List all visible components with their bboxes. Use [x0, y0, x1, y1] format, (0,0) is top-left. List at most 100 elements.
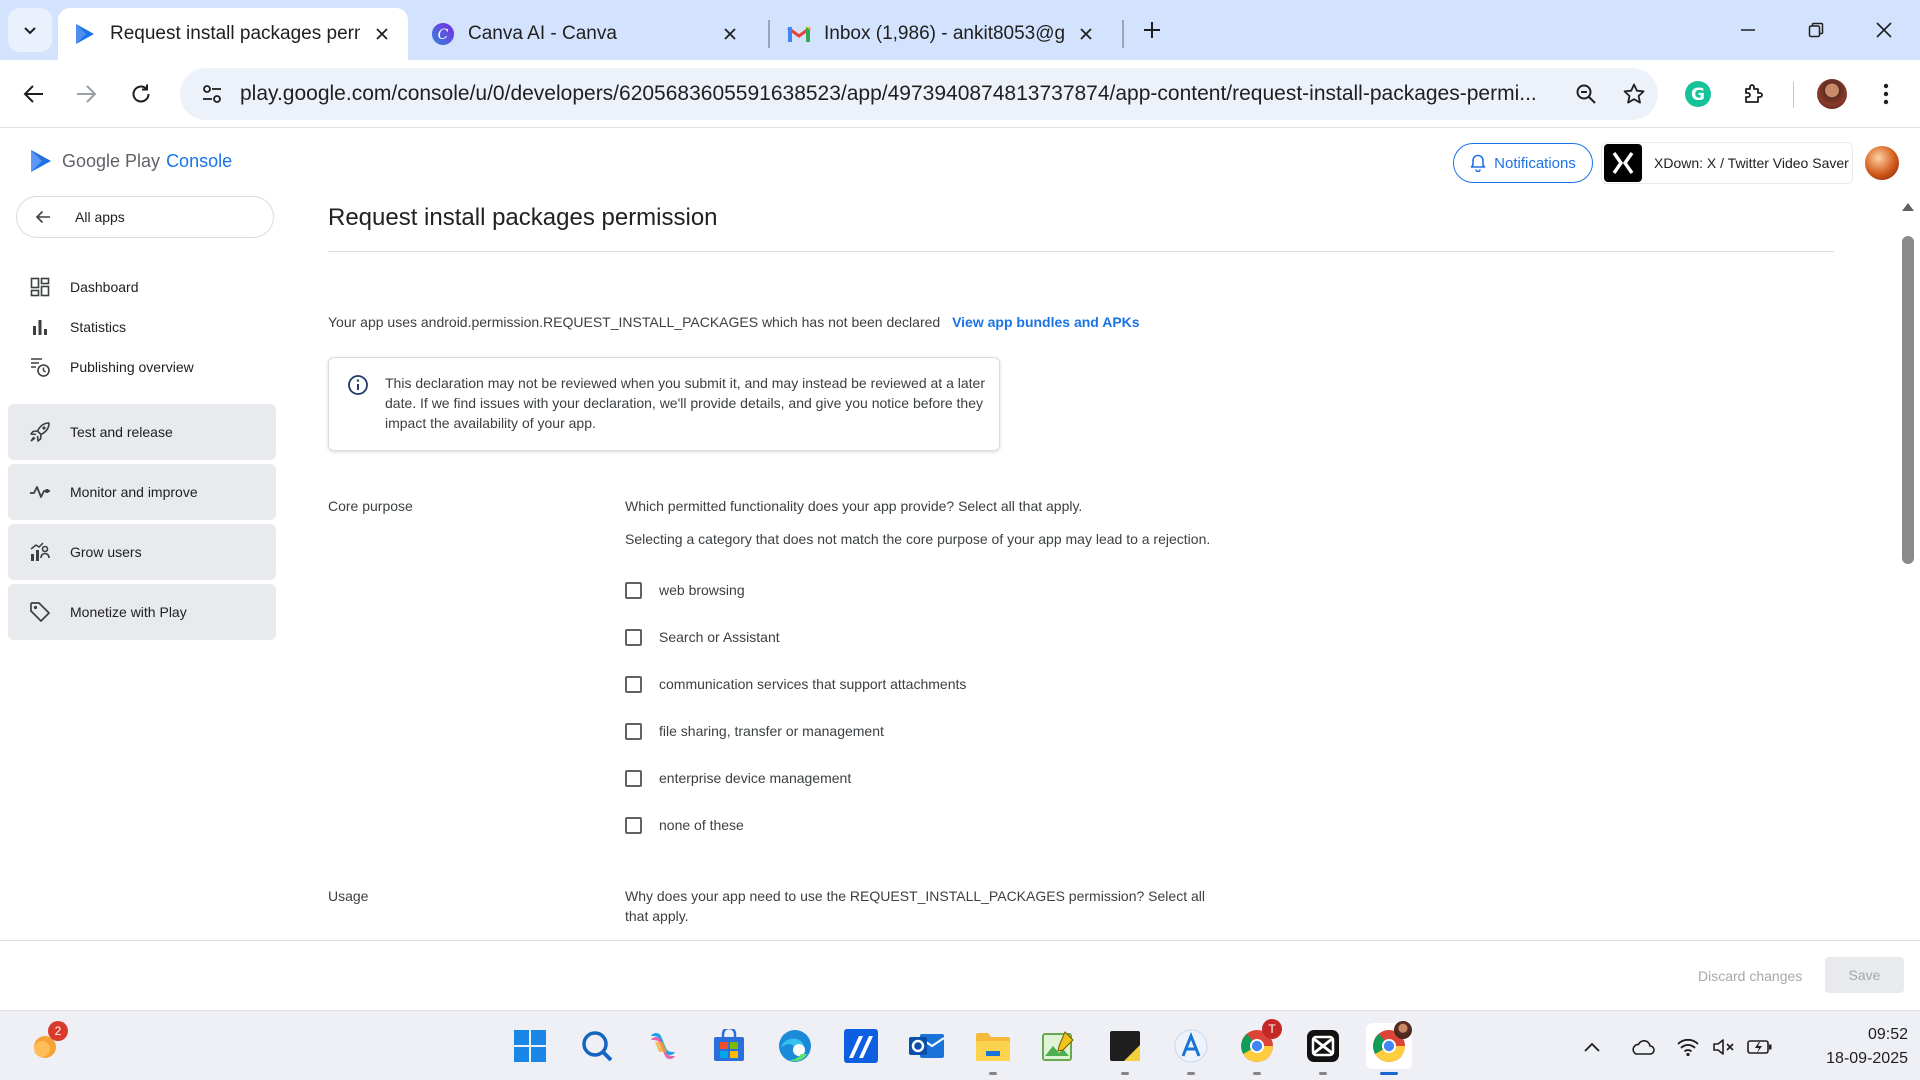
restore-button[interactable] — [1786, 6, 1846, 54]
site-info-icon[interactable] — [186, 68, 238, 120]
tab-search-button[interactable] — [8, 8, 52, 52]
page-title: Request install packages permission — [328, 204, 718, 231]
core-purpose-label: Core purpose — [328, 498, 413, 514]
checkbox[interactable] — [625, 722, 642, 740]
browser-tab-canva[interactable]: C Canva AI - Canva — [416, 8, 756, 60]
checkbox-none-of-these[interactable]: none of these — [625, 813, 744, 837]
gmail-icon — [786, 21, 812, 47]
checkbox[interactable] — [625, 816, 642, 834]
zoom-icon[interactable] — [1564, 72, 1608, 116]
checkbox[interactable] — [625, 769, 642, 787]
new-tab-button[interactable] — [1128, 6, 1176, 54]
vector-app-icon — [843, 1028, 879, 1064]
permission-notice-text: Your app uses android.permission.REQUEST… — [328, 314, 941, 330]
weather-badge: 2 — [48, 1021, 68, 1041]
system-clock[interactable]: 09:52 18-09-2025 — [1790, 1023, 1908, 1071]
capcut-icon — [1306, 1029, 1340, 1063]
checkbox-label: communication services that support atta… — [659, 676, 967, 692]
edge-icon — [777, 1028, 813, 1064]
app-name: XDown: X / Twitter Video Saver — [1654, 155, 1849, 171]
app-launcher-blue[interactable] — [838, 1023, 884, 1069]
browser-tab-play-console[interactable]: Request install packages permis — [58, 8, 408, 60]
microsoft-store-app[interactable] — [706, 1023, 752, 1069]
checkbox-web-browsing[interactable]: web browsing — [625, 578, 745, 602]
url-text[interactable]: play.google.com/console/u/0/developers/6… — [240, 82, 1550, 106]
close-icon[interactable] — [370, 22, 394, 46]
google-play-console-logo[interactable]: Google Play Console — [28, 148, 232, 174]
weather-widget[interactable]: 2 — [24, 1021, 70, 1069]
bookmark-star-icon[interactable] — [1612, 72, 1656, 116]
reload-button[interactable] — [117, 70, 165, 118]
all-apps-label: All apps — [75, 209, 125, 225]
console-sidebar: All apps Dashboard Statistics Publishing… — [0, 196, 290, 940]
scroll-up-arrow-icon[interactable] — [1900, 200, 1916, 214]
file-explorer-app[interactable] — [970, 1023, 1016, 1075]
close-icon[interactable] — [1074, 22, 1098, 46]
show-hidden-icons-button[interactable] — [1578, 1033, 1606, 1061]
browser-toolbar: play.google.com/console/u/0/developers/6… — [0, 60, 1920, 128]
checkbox-communication-services[interactable]: communication services that support atta… — [625, 672, 966, 696]
checkbox-search-or-assistant[interactable]: Search or Assistant — [625, 625, 780, 649]
checkbox-label: web browsing — [659, 582, 745, 598]
volume-tray[interactable] — [1710, 1033, 1738, 1061]
capcut-app[interactable] — [1300, 1023, 1346, 1075]
logo-google-play-text: Google Play — [62, 150, 161, 171]
sticky-notes-app[interactable] — [1102, 1023, 1148, 1075]
folder-icon — [974, 1029, 1012, 1063]
browser-menu-button[interactable] — [1862, 70, 1910, 118]
onedrive-tray[interactable] — [1628, 1033, 1656, 1061]
photo-app[interactable] — [1036, 1023, 1082, 1069]
checkbox[interactable] — [625, 581, 642, 599]
outlook-app[interactable] — [904, 1023, 950, 1069]
clock-time: 09:52 — [1867, 1026, 1908, 1043]
discard-changes-button[interactable]: Discard changes — [1690, 959, 1810, 993]
chrome-app-active[interactable] — [1366, 1021, 1412, 1075]
checkbox[interactable] — [625, 628, 642, 646]
tab-separator — [768, 20, 770, 48]
chrome-profile-app[interactable]: T — [1234, 1019, 1282, 1075]
close-icon[interactable] — [718, 22, 742, 46]
sidebar-section-grow-users[interactable]: Grow users — [8, 524, 276, 580]
copilot-app[interactable] — [640, 1023, 686, 1069]
windows-logo-icon — [513, 1029, 547, 1063]
edge-app[interactable] — [772, 1023, 818, 1069]
app-a-launcher[interactable] — [1168, 1023, 1214, 1075]
play-logo-icon — [28, 148, 54, 174]
close-window-button[interactable] — [1854, 6, 1914, 54]
browser-tab-gmail[interactable]: Inbox (1,986) - ankit8053@gma — [772, 8, 1112, 60]
all-apps-button[interactable]: All apps — [16, 196, 274, 238]
scrollbar-thumb[interactable] — [1902, 236, 1914, 564]
sidebar-item-statistics[interactable]: Statistics — [8, 307, 276, 347]
sidebar-section-label: Monetize with Play — [70, 604, 187, 620]
account-avatar[interactable] — [1865, 146, 1899, 180]
profile-button[interactable] — [1808, 70, 1856, 118]
sidebar-section-test-and-release[interactable]: Test and release — [8, 404, 276, 460]
forward-button[interactable] — [62, 70, 110, 118]
chrome-profile-badge: T — [1262, 1019, 1282, 1039]
checkbox-file-sharing[interactable]: file sharing, transfer or management — [625, 719, 884, 743]
usage-label: Usage — [328, 888, 369, 904]
start-button[interactable] — [507, 1023, 553, 1069]
minimize-icon — [1740, 22, 1756, 38]
battery-tray[interactable] — [1746, 1033, 1774, 1061]
sidebar-section-monitor-and-improve[interactable]: Monitor and improve — [8, 464, 276, 520]
sidebar-item-publishing-overview[interactable]: Publishing overview — [8, 347, 276, 387]
sidebar-item-dashboard[interactable]: Dashboard — [8, 267, 276, 307]
puzzle-icon — [1742, 82, 1766, 106]
sidebar-section-monetize-with-play[interactable]: Monetize with Play — [8, 584, 276, 640]
save-button[interactable]: Save — [1825, 957, 1904, 993]
checkbox[interactable] — [625, 675, 642, 693]
app-selector[interactable]: XDown: X / Twitter Video Saver — [1601, 142, 1853, 184]
grammarly-extension-button[interactable]: G — [1674, 70, 1722, 118]
checkbox-enterprise-device-management[interactable]: enterprise device management — [625, 766, 851, 790]
minimize-button[interactable] — [1718, 6, 1778, 54]
taskbar-search-button[interactable] — [574, 1023, 620, 1069]
wifi-tray[interactable] — [1674, 1033, 1702, 1061]
notifications-button[interactable]: Notifications — [1453, 143, 1593, 183]
address-bar[interactable]: play.google.com/console/u/0/developers/6… — [180, 68, 1658, 120]
usage-question: Why does your app need to use the REQUES… — [625, 888, 1205, 924]
view-app-bundles-link[interactable]: View app bundles and APKs — [952, 314, 1139, 330]
toolbar-divider — [1793, 82, 1794, 108]
back-button[interactable] — [10, 70, 58, 118]
extensions-button[interactable] — [1730, 70, 1778, 118]
